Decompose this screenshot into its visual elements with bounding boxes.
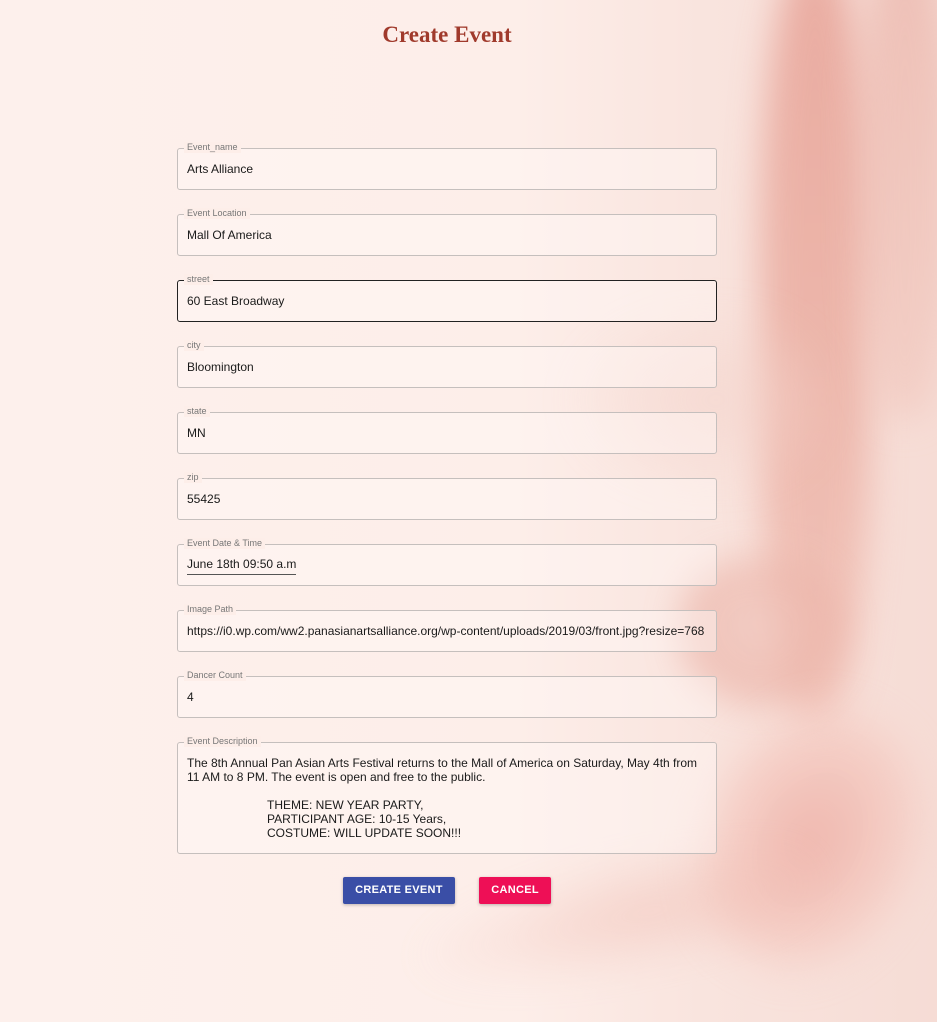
street-input[interactable]: 60 East Broadway xyxy=(187,280,713,322)
cancel-button[interactable]: CANCEL xyxy=(479,877,551,904)
event-name-input[interactable]: Arts Alliance xyxy=(187,148,713,190)
city-input[interactable]: Bloomington xyxy=(187,346,713,388)
image-path-field[interactable]: Image Path https://i0.wp.com/ww2.panasia… xyxy=(177,604,717,652)
event-datetime-field[interactable]: Event Date & Time June 18th 09:50 a.m xyxy=(177,538,717,586)
state-field[interactable]: state MN xyxy=(177,406,717,454)
dancer-count-field[interactable]: Dancer Count 4 xyxy=(177,670,717,718)
dancer-count-input[interactable]: 4 xyxy=(187,676,713,718)
zip-field[interactable]: zip 55425 xyxy=(177,472,717,520)
street-field[interactable]: street 60 East Broadway xyxy=(177,274,717,322)
event-description-field[interactable]: Event Description The 8th Annual Pan Asi… xyxy=(177,736,717,854)
city-field[interactable]: city Bloomington xyxy=(177,340,717,388)
event-datetime-label: Event Date & Time xyxy=(184,538,266,549)
event-location-field[interactable]: Event Location Mall Of America xyxy=(177,208,717,256)
zip-input[interactable]: 55425 xyxy=(187,478,713,520)
state-input[interactable]: MN xyxy=(187,412,713,454)
form-actions: CREATE EVENT CANCEL xyxy=(0,877,894,904)
event-description-label: Event Description xyxy=(184,736,261,747)
page-title: Create Event xyxy=(382,22,512,47)
event-location-input[interactable]: Mall Of America xyxy=(187,214,713,256)
event-name-field[interactable]: Event_name Arts Alliance xyxy=(177,142,717,190)
event-description-textarea[interactable]: The 8th Annual Pan Asian Arts Festival r… xyxy=(187,756,703,840)
background-photo-leg xyxy=(760,0,870,720)
event-datetime-input[interactable]: June 18th 09:50 a.m xyxy=(187,557,297,575)
create-event-button[interactable]: CREATE EVENT xyxy=(343,877,455,904)
create-event-form: Event_name Arts Alliance Event Location … xyxy=(177,142,717,854)
image-path-input[interactable]: https://i0.wp.com/ww2.panasianartsallian… xyxy=(187,610,713,652)
background-photo-leg xyxy=(860,0,937,420)
